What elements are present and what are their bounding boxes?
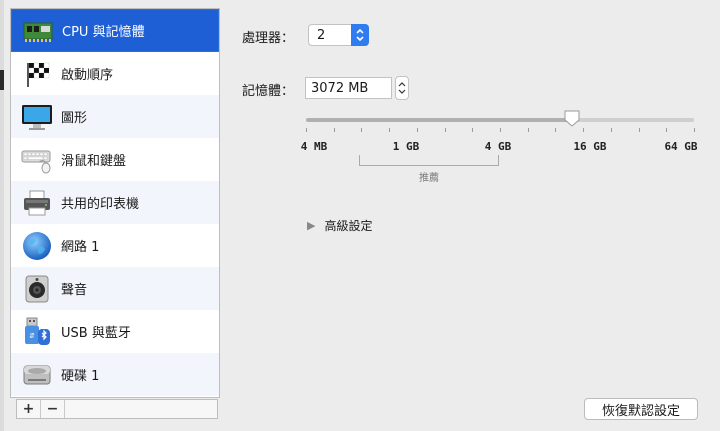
memory-stepper[interactable] (395, 76, 409, 100)
slider-tick (639, 128, 640, 132)
globe-icon (21, 230, 53, 262)
slider-tick (666, 128, 667, 132)
monitor-icon (21, 101, 53, 133)
processor-value: 2 (317, 27, 326, 43)
slider-tick (694, 128, 695, 132)
restore-defaults-button[interactable]: 恢復默認設定 (584, 398, 698, 420)
memory-value: 3072 MB (311, 80, 369, 96)
tick-label-1gb: 1 GB (392, 140, 420, 153)
stepper-arrows-icon (398, 82, 406, 94)
slider-tick (528, 128, 529, 132)
slider-tick (583, 128, 584, 132)
sidebar-item-shared-printers[interactable]: 共用的印表機 (11, 181, 219, 224)
tick-label-16gb: 16 GB (573, 140, 607, 153)
tick-label-4gb: 4 GB (484, 140, 512, 153)
sidebar-item-network[interactable]: 網路 1 (11, 224, 219, 267)
hard-disk-icon (21, 359, 53, 391)
sidebar-item-label: 共用的印表機 (61, 197, 140, 212)
processor-label: 處理器： (242, 31, 295, 46)
usb-bluetooth-icon: ⇵ (21, 316, 53, 348)
chevron-updown-icon[interactable] (351, 24, 369, 46)
svg-text:⇵: ⇵ (29, 332, 35, 340)
slider-tick (361, 128, 362, 132)
sidebar-item-label: 聲音 (61, 283, 88, 298)
advanced-disclosure[interactable]: ▶ 高級設定 (307, 217, 372, 234)
memory-field[interactable]: 3072 MB (305, 77, 392, 99)
recommended-label: 推薦 (419, 173, 439, 184)
sidebar-item-label: 硬碟 1 (61, 369, 100, 384)
disclosure-triangle-icon: ▶ (307, 219, 316, 232)
memory-slider-fill (306, 118, 572, 122)
speaker-icon (21, 273, 53, 305)
slider-tick (611, 128, 612, 132)
slider-tick (500, 128, 501, 132)
add-device-button[interactable]: + (17, 400, 41, 418)
processor-select[interactable]: 2 (308, 24, 369, 46)
slider-tick (389, 128, 390, 132)
sidebar-item-label: CPU 與記憶體 (62, 25, 145, 40)
recommended-range-bracket (359, 155, 499, 166)
slider-tick (306, 128, 307, 132)
tick-label-4mb: 4 MB (300, 140, 328, 153)
device-sidebar: CPU 與記憶體 啟動順序 圖形 滑鼠和鍵盤 共用的印表機 網路 1 聲音 ⇵ … (10, 8, 220, 398)
slider-tick (445, 128, 446, 132)
keyboard-mouse-icon (21, 144, 53, 176)
sidebar-item-label: 圖形 (61, 111, 88, 126)
slider-tick (334, 128, 335, 132)
sidebar-item-label: USB 與藍牙 (61, 326, 131, 341)
sidebar-item-usb-bluetooth[interactable]: ⇵ USB 與藍牙 (11, 310, 219, 353)
slider-tick (472, 128, 473, 132)
remove-device-button[interactable]: − (41, 400, 65, 418)
slider-tick (555, 128, 556, 132)
memory-label: 記憶體： (242, 84, 295, 99)
window-edge-marker (0, 70, 4, 90)
sidebar-item-graphics[interactable]: 圖形 (11, 95, 219, 138)
sidebar-item-mouse-keyboard[interactable]: 滑鼠和鍵盤 (11, 138, 219, 181)
sidebar-item-boot-order[interactable]: 啟動順序 (11, 52, 219, 95)
printer-icon (21, 187, 53, 219)
window-edge (0, 0, 4, 431)
tick-label-64gb: 64 GB (664, 140, 698, 153)
memory-chip-icon (22, 15, 54, 47)
sidebar-item-sound[interactable]: 聲音 (11, 267, 219, 310)
sidebar-item-label: 啟動順序 (61, 68, 114, 83)
race-flag-icon (21, 58, 53, 90)
sidebar-item-label: 滑鼠和鍵盤 (61, 154, 127, 169)
memory-slider-thumb[interactable] (563, 110, 581, 132)
sidebar-item-label: 網路 1 (61, 240, 100, 255)
sidebar-item-hard-disk[interactable]: 硬碟 1 (11, 353, 219, 396)
add-remove-bar: + − (16, 399, 218, 419)
slider-tick (417, 128, 418, 132)
sidebar-item-cpu-memory[interactable]: CPU 與記憶體 (11, 9, 219, 52)
advanced-label: 高級設定 (324, 219, 373, 233)
